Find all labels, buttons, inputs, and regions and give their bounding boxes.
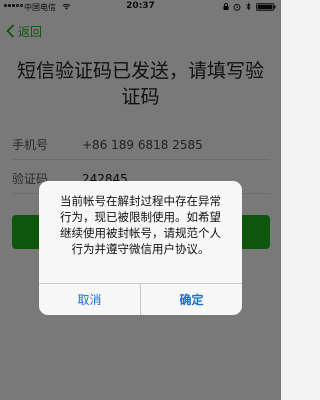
alert-message: 当前帐号在解封过程中存在异常 行为，现已被限制使用。如希望 继续使用被封帐号，请… [49, 193, 232, 257]
alert-dialog: 当前帐号在解封过程中存在异常 行为，现已被限制使用。如希望 继续使用被封帐号，请… [39, 181, 242, 315]
alert-message-line-3: 继续使用被封帐号，请规范个人 [60, 226, 221, 240]
confirm-button[interactable]: 确定 [141, 284, 242, 315]
alert-message-line-1: 当前帐号在解封过程中存在异常 [60, 194, 221, 208]
alert-button-bar: 取消 确定 [39, 283, 242, 315]
alert-message-line-2: 行为，现已被限制使用。如希望 [60, 210, 221, 224]
cancel-button[interactable]: 取消 [39, 284, 141, 315]
alert-message-line-4: 行为并遵守微信用户协议。 [71, 242, 210, 256]
